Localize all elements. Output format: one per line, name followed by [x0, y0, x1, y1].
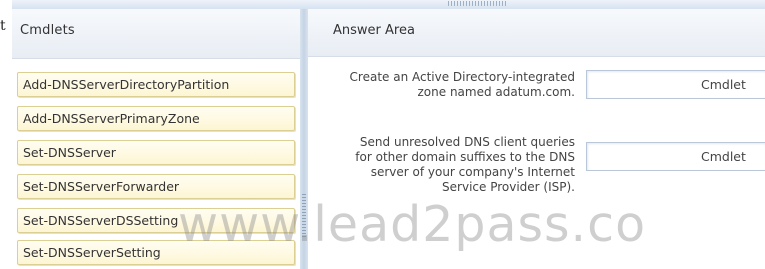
top-resize-strip[interactable] — [12, 0, 765, 9]
question-1-line: Create an Active Directory-integrated — [349, 70, 575, 84]
cmdlets-panel: Cmdlets Add-DNSServerDirectoryPartition … — [12, 9, 300, 269]
cmdlet-item-set-dnsserverdssetting[interactable]: Set-DNSServerDSSetting — [17, 208, 295, 233]
exam-drag-drop-screen: t Cmdlets Add-DNSServerDirectoryPartitio… — [0, 0, 765, 269]
answer-drop-target-1[interactable]: Cmdlet — [586, 70, 765, 99]
cmdlet-item-add-dnsserverdirectorypartition[interactable]: Add-DNSServerDirectoryPartition — [17, 72, 295, 97]
answer-area-header: Answer Area — [308, 9, 765, 57]
cmdlet-item-set-dnsserver[interactable]: Set-DNSServer — [17, 140, 295, 165]
cmdlets-panel-header: Cmdlets — [12, 9, 300, 59]
question-2-line: Service Provider (ISP). — [442, 180, 575, 194]
cmdlet-item-add-dnsserverprimaryzone[interactable]: Add-DNSServerPrimaryZone — [17, 106, 295, 131]
question-2-line: for other domain suffixes to the DNS — [355, 150, 575, 164]
question-2-line: server of your company's Internet — [370, 165, 575, 179]
question-2-text: Send unresolved DNS client queries for o… — [275, 135, 575, 195]
stray-character: t — [0, 18, 6, 34]
question-1-line: zone named adatum.com. — [417, 85, 576, 99]
answer-area-title: Answer Area — [333, 23, 415, 38]
question-1-text: Create an Active Directory-integrated zo… — [275, 70, 575, 100]
cmdlet-item-set-dnsserverforwarder[interactable]: Set-DNSServerForwarder — [17, 174, 295, 199]
answer-drop-target-2[interactable]: Cmdlet — [586, 142, 765, 171]
drop-target-2-placeholder: Cmdlet — [701, 149, 746, 164]
drag-grip-icon[interactable] — [448, 1, 508, 6]
cmdlets-panel-title: Cmdlets — [20, 23, 75, 38]
cmdlet-item-set-dnsserversetting[interactable]: Set-DNSServerSetting — [17, 240, 295, 265]
answer-area-panel: Answer Area Create an Active Directory-i… — [308, 9, 765, 269]
question-2-line: Send unresolved DNS client queries — [359, 135, 575, 149]
splitter-grip-icon[interactable] — [302, 194, 306, 239]
drop-target-1-placeholder: Cmdlet — [701, 77, 746, 92]
